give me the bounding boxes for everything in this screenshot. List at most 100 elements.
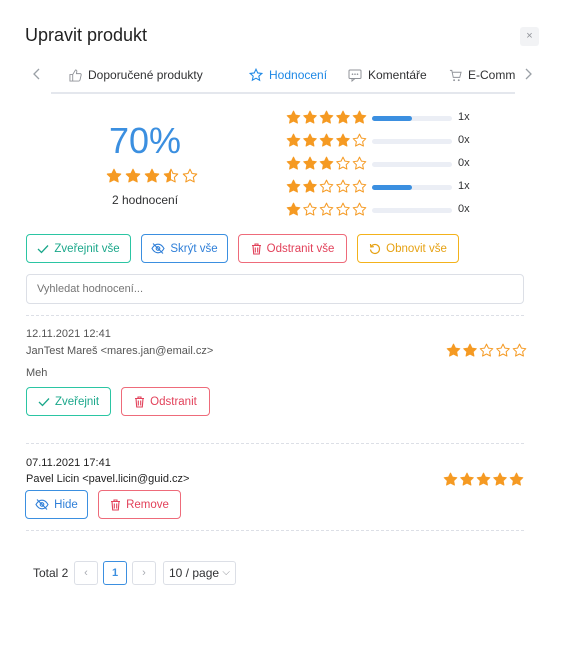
star-rating-icon [286,133,367,147]
button-label: Odstranit [150,395,197,408]
star-filled-icon [144,168,160,183]
eye-off-icon [35,499,49,510]
tab-recommended-products[interactable]: Doporučené produkty [69,58,203,92]
page-size-select[interactable]: 10 / page ⌵ [163,561,236,585]
star-empty-icon [336,156,350,170]
star-empty-icon [319,202,334,216]
publish-all-button[interactable]: Zveřejnit vše [26,234,131,263]
modal-title: Upravit produkt [25,25,148,45]
distribution-bar [372,139,452,144]
review-stars [446,343,527,363]
restore-all-button[interactable]: Obnovit vše [357,234,459,263]
distribution-count: 0x [458,134,470,146]
review-text: Meh [26,367,48,379]
star-half-icon [163,168,179,183]
page-button-1[interactable]: 1 [103,561,127,585]
distribution-count: 1x [458,180,470,192]
distribution-bar-fill [372,116,412,121]
check-icon [37,244,49,253]
trash-icon [251,242,261,255]
star-rating-icon [106,168,198,183]
review-author: Pavel Licin <pavel.licin@guid.cz> [26,473,190,485]
rating-percent: 70% [108,120,182,161]
prev-page-button[interactable]: ‹ [74,561,98,585]
star-filled-icon [509,472,524,486]
tabs-next-arrow[interactable] [524,68,532,83]
star-rating-icon [286,202,367,216]
distribution-row: 0x [286,131,486,151]
tabs-prev-arrow[interactable] [33,68,41,83]
tab-label: Komentáře [368,68,427,82]
chevron-left-icon [33,68,40,80]
distribution-bar [372,162,452,167]
distribution-bar-fill [372,185,412,190]
distribution-count: 0x [458,203,470,215]
star-empty-icon [336,202,350,216]
star-filled-icon [303,156,317,170]
remove-review-button[interactable]: Remove [98,490,181,519]
star-filled-icon [286,202,301,216]
button-label: Skrýt vše [170,242,218,255]
star-filled-icon [303,110,317,124]
row-stars [286,110,367,130]
distribution-row: 1x [286,108,486,128]
distribution-bar [372,185,452,190]
star-rating-icon [446,343,527,357]
star-filled-icon [286,179,301,193]
distribution-bar [372,116,452,121]
close-button[interactable]: × [520,27,539,46]
close-icon[interactable]: × [526,30,532,42]
row-stars [286,202,367,222]
summary-stars [106,168,198,189]
delete-all-button[interactable]: Odstranit vše [238,234,347,263]
distribution-row: 1x [286,177,486,197]
distribution-count: 1x [458,111,470,123]
star-filled-icon [319,156,334,170]
star-empty-icon [182,168,198,183]
star-filled-icon [286,133,301,147]
distribution-row: 0x [286,154,486,174]
row-stars [286,179,367,199]
star-filled-icon [286,110,301,124]
star-rating-icon [286,156,367,170]
review-date: 07.11.2021 17:41 [26,457,111,469]
distribution-bar [372,208,452,213]
review-author: JanTest Mareš <mares.jan@email.cz> [26,345,214,357]
button-label: Zveřejnit vše [54,242,120,255]
star-filled-icon [463,343,477,357]
tab-ratings[interactable]: Hodnocení [249,58,327,92]
tab-label: Doporučené produkty [88,68,203,82]
button-label: Obnovit vše [386,242,447,255]
star-empty-icon [319,179,334,193]
tab-label: E-Commerce [468,68,515,82]
button-label: Remove [126,498,169,511]
button-label: Hide [54,498,78,511]
star-empty-icon [336,179,350,193]
star-filled-icon [460,472,474,486]
search-ratings-input[interactable] [26,274,524,304]
chevron-right-icon: › [142,567,146,579]
star-filled-icon [303,133,317,147]
next-page-button[interactable]: › [132,561,156,585]
star-rating-icon [286,179,367,193]
hide-review-button[interactable]: Hide [25,490,88,519]
star-filled-icon [476,472,491,486]
tab-comments[interactable]: Komentáře [348,58,427,92]
tab-ecommerce[interactable]: E-Commerce [449,58,515,92]
delete-review-button[interactable]: Odstranit [121,387,210,416]
star-icon [249,68,263,82]
star-filled-icon [443,472,458,486]
cart-icon [449,69,462,81]
star-empty-icon [352,179,367,193]
publish-review-button[interactable]: Zveřejnit [26,387,111,416]
hide-all-button[interactable]: Skrýt vše [141,234,228,263]
star-empty-icon [496,343,510,357]
star-filled-icon [352,110,367,124]
chevron-right-icon [525,68,532,80]
tab-label: Hodnocení [269,68,328,82]
star-filled-icon [106,168,122,183]
divider [26,443,524,444]
button-label: Odstranit vše [266,242,335,255]
chevron-down-icon: ⌵ [222,567,230,578]
star-filled-icon [493,472,507,486]
